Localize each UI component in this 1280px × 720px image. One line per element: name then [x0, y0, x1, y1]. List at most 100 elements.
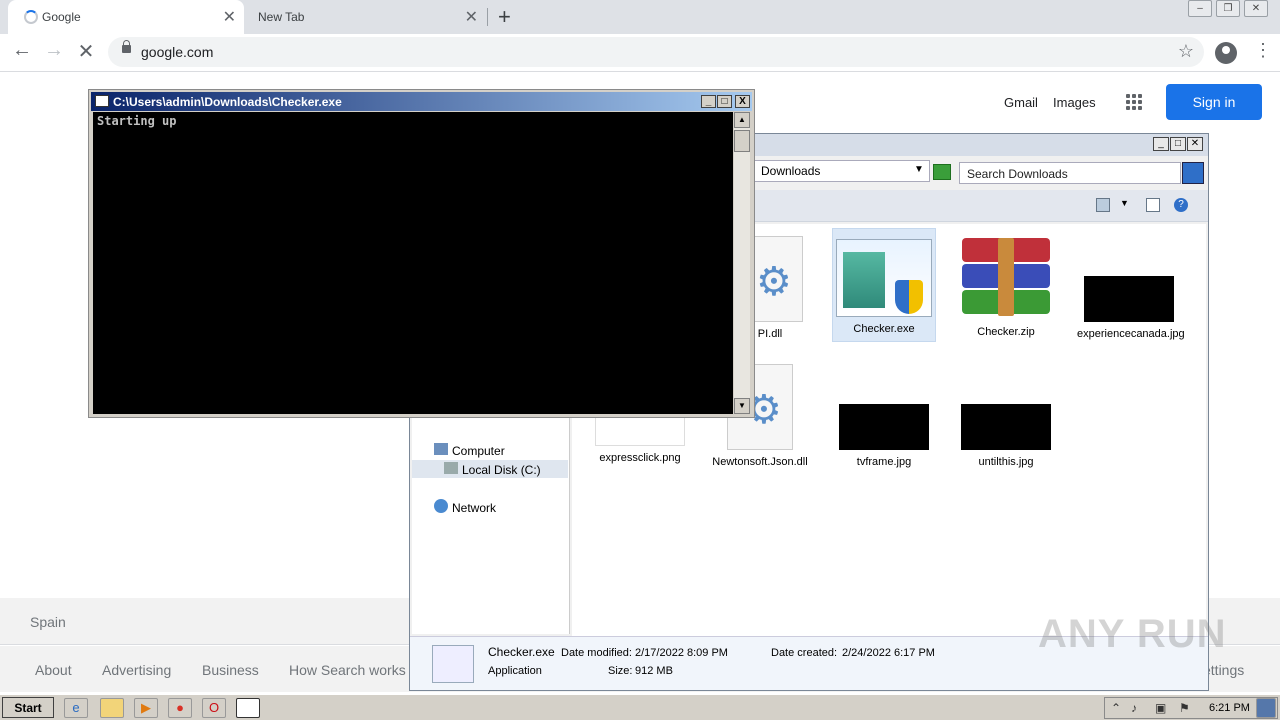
tab-new-tab[interactable]: New Tab ✕	[246, 0, 486, 34]
images-link[interactable]: Images	[1053, 95, 1096, 110]
computer-icon	[434, 443, 448, 455]
console-output-text: Starting up	[97, 114, 177, 128]
file-name: experiencecanada.jpg	[1077, 328, 1185, 340]
file-item-selected[interactable]: Checker.exe	[832, 228, 936, 342]
help-icon[interactable]: ?	[1174, 198, 1188, 212]
console-close-button[interactable]: X	[735, 95, 750, 108]
scroll-down-arrow-icon[interactable]: ▼	[734, 398, 750, 414]
network-tray-icon[interactable]: ▣	[1155, 701, 1166, 715]
file-item[interactable]: tvframe.jpg	[832, 404, 936, 469]
image-thumbnail	[1084, 276, 1174, 322]
footer-link-how-search-works[interactable]: How Search works	[289, 662, 406, 678]
browser-toolbar: ← → ✕ google.com ☆ ⋮	[0, 34, 1280, 72]
scroll-thumb[interactable]	[734, 130, 750, 152]
explorer-minimize-button[interactable]: _	[1153, 137, 1169, 151]
taskbar: Start e ▶ ● O ⌃ ♪ ▣ ⚑ 6:21 PM	[0, 694, 1280, 720]
sign-in-button[interactable]: Sign in	[1166, 84, 1262, 120]
new-tab-button[interactable]: +	[498, 4, 511, 30]
system-tray: ⌃ ♪ ▣ ⚑ 6:21 PM	[1104, 697, 1278, 719]
refresh-icon[interactable]	[933, 164, 951, 180]
footer-link-advertising[interactable]: Advertising	[102, 662, 171, 678]
volume-icon[interactable]: ♪	[1131, 701, 1137, 715]
restore-button[interactable]: ❐	[1216, 0, 1240, 17]
tray-expand-icon[interactable]: ⌃	[1111, 701, 1121, 715]
close-window-button[interactable]: ✕	[1244, 0, 1268, 17]
details-file-name: Checker.exe	[488, 645, 555, 659]
details-created-label: Date created:	[771, 647, 838, 659]
file-item[interactable]: experiencecanada.jpg	[1077, 276, 1185, 341]
address-bar[interactable]: google.com ☆	[108, 37, 1204, 67]
tab-title: New Tab	[258, 10, 305, 24]
image-thumbnail	[961, 404, 1051, 450]
file-name: untilthis.jpg	[978, 456, 1034, 468]
close-tab-icon[interactable]: ✕	[223, 7, 236, 27]
console-output-area[interactable]: Starting up	[93, 112, 733, 414]
details-modified-value: 2/17/2022 8:09 PM	[635, 647, 728, 659]
address-dropdown-icon[interactable]: ▼	[914, 164, 924, 175]
details-modified-label: Date modified:	[561, 647, 632, 659]
flag-icon[interactable]: ⚑	[1179, 701, 1190, 715]
scroll-up-arrow-icon[interactable]: ▲	[734, 112, 750, 128]
media-player-icon[interactable]: ▶	[134, 698, 158, 718]
file-name: Newtonsoft.Json.dll	[712, 456, 808, 468]
file-item[interactable]: Checker.zip	[954, 238, 1058, 339]
close-tab-icon[interactable]: ✕	[465, 7, 478, 27]
change-view-icon[interactable]	[1096, 198, 1110, 212]
disk-icon	[444, 462, 458, 474]
file-name: Checker.exe	[853, 323, 915, 335]
console-maximize-button[interactable]: □	[717, 95, 732, 108]
show-desktop-icon[interactable]	[1256, 698, 1276, 718]
desktop: Google ✕ New Tab ✕ + – ❐ ✕ ← → ✕ google.…	[0, 0, 1280, 720]
gmail-link[interactable]: Gmail	[1004, 95, 1038, 110]
image-thumbnail	[839, 404, 929, 450]
browser-menu-icon[interactable]: ⋮	[1254, 40, 1272, 61]
console-scrollbar[interactable]: ▲ ▼	[734, 112, 750, 414]
file-explorer-icon[interactable]	[100, 698, 124, 718]
file-item[interactable]: untilthis.jpg	[954, 404, 1058, 469]
file-name: tvframe.jpg	[856, 456, 912, 468]
nav-item-network[interactable]: Network	[452, 501, 496, 515]
console-title-bar[interactable]: C:\Users\admin\Downloads\Checker.exe _ □…	[91, 92, 752, 111]
console-window: C:\Users\admin\Downloads\Checker.exe _ □…	[88, 89, 755, 418]
nav-item-local-disk[interactable]: Local Disk (C:)	[462, 463, 541, 477]
search-downloads-input[interactable]: Search Downloads	[959, 162, 1181, 184]
clock[interactable]: 6:21 PM	[1209, 702, 1250, 714]
tab-google[interactable]: Google ✕	[8, 0, 244, 34]
chrome-icon[interactable]: ●	[168, 698, 192, 718]
anyrun-watermark: ANY RUN	[1038, 612, 1227, 656]
footer-link-settings[interactable]: ettings	[1203, 662, 1244, 678]
winrar-archive-icon	[960, 238, 1052, 320]
exe-file-icon	[432, 645, 474, 683]
back-arrow-icon[interactable]: ←	[8, 39, 36, 62]
start-button[interactable]: Start	[2, 697, 54, 718]
file-name: expressclick.png	[599, 452, 681, 464]
view-dropdown-icon[interactable]: ▼	[1120, 198, 1134, 212]
footer-link-about[interactable]: About	[35, 662, 72, 678]
minimize-button[interactable]: –	[1188, 0, 1212, 17]
file-name: Checker.zip	[977, 326, 1035, 338]
google-apps-icon[interactable]	[1126, 94, 1142, 110]
internet-explorer-icon[interactable]: e	[64, 698, 88, 718]
console-app-icon	[95, 95, 109, 107]
loading-spinner-icon	[24, 10, 38, 24]
search-icon[interactable]	[1182, 162, 1204, 184]
bookmark-star-icon[interactable]: ☆	[1178, 41, 1194, 62]
details-size-value: 912 MB	[635, 665, 673, 677]
console-minimize-button[interactable]: _	[701, 95, 716, 108]
country-label: Spain	[30, 614, 66, 630]
stop-loading-icon[interactable]: ✕	[72, 39, 100, 64]
preview-pane-icon[interactable]	[1146, 198, 1160, 212]
console-taskbar-icon[interactable]	[236, 698, 260, 718]
console-title: C:\Users\admin\Downloads\Checker.exe	[113, 95, 342, 109]
profile-avatar-icon[interactable]	[1215, 42, 1237, 64]
window-controls: – ❐ ✕	[1188, 0, 1268, 17]
details-file-type: Application	[488, 665, 542, 677]
forward-arrow-icon[interactable]: →	[40, 39, 68, 62]
nav-item-computer[interactable]: Computer	[452, 444, 505, 458]
footer-link-business[interactable]: Business	[202, 662, 259, 678]
explorer-close-button[interactable]: ✕	[1187, 137, 1203, 151]
exe-file-icon	[836, 239, 932, 317]
opera-icon[interactable]: O	[202, 698, 226, 718]
explorer-maximize-button[interactable]: □	[1170, 137, 1186, 151]
breadcrumb-downloads[interactable]: Downloads	[761, 164, 820, 178]
